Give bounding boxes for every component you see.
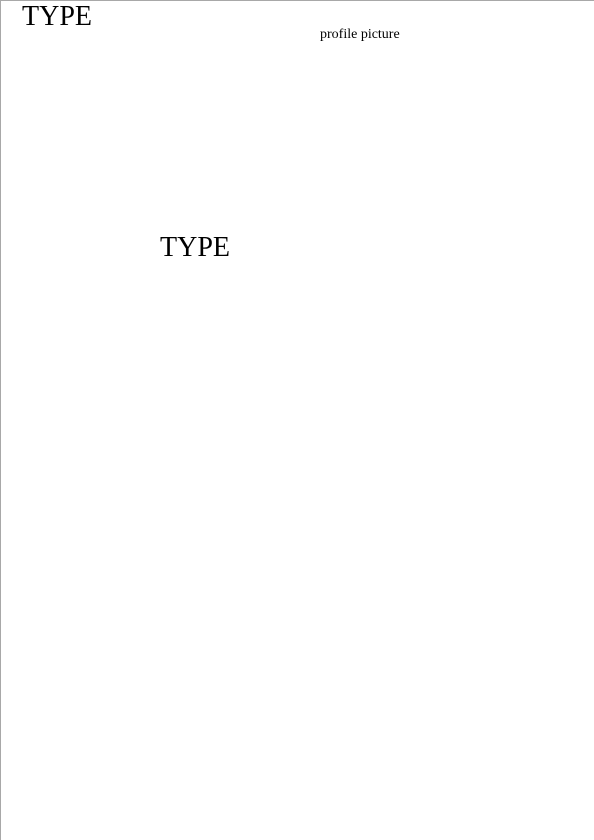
- type-heading-middle: TYPE: [160, 232, 230, 263]
- type-heading-top: TYPE: [22, 1, 92, 32]
- profile-picture-caption: profile picture: [320, 27, 400, 42]
- document-page: TYPE profile picture TYPE: [0, 0, 594, 840]
